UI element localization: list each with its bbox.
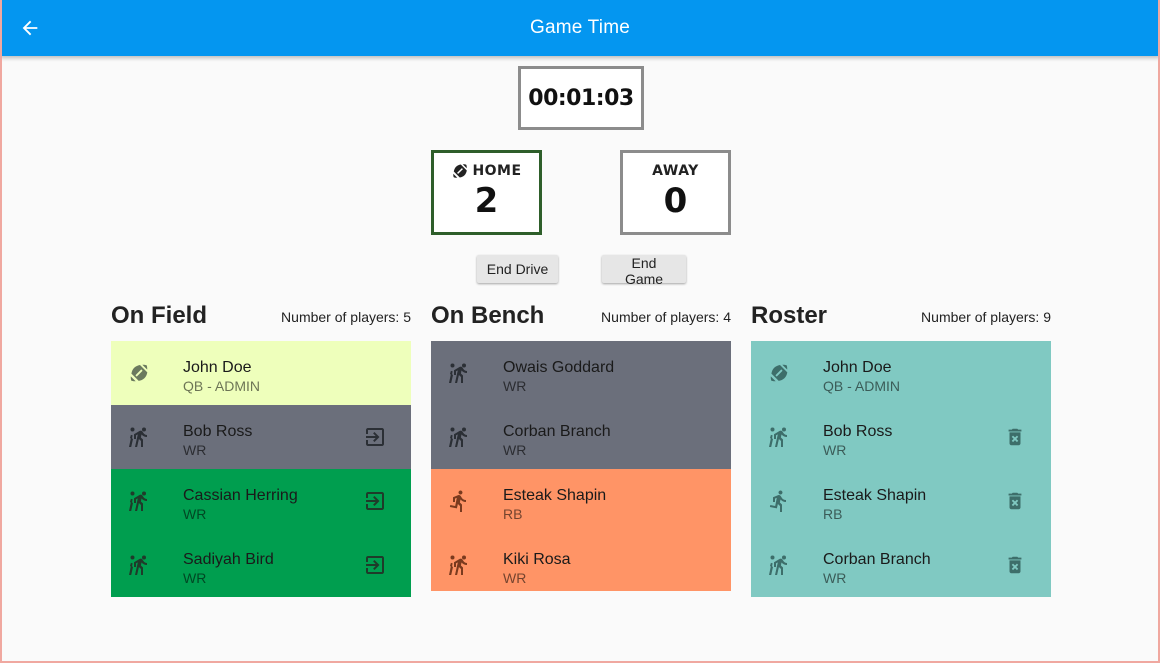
- home-score-card: HOME 2: [431, 150, 542, 235]
- list-item[interactable]: Corban Branch WR: [751, 533, 1051, 597]
- player-name: Kiki Rosa: [503, 551, 571, 568]
- list-item[interactable]: Owais Goddard WR: [431, 341, 731, 405]
- player-name: John Doe: [183, 359, 252, 376]
- sports-kabaddi-icon: [127, 425, 151, 449]
- player-role: WR: [823, 442, 847, 458]
- player-role: RB: [823, 506, 843, 522]
- list-item[interactable]: Corban Branch WR: [431, 405, 731, 469]
- list-item[interactable]: Cassian Herring WR: [111, 469, 411, 533]
- player-role: QB - ADMIN: [183, 378, 261, 394]
- on-field-title: On Field: [111, 302, 207, 329]
- player-name: Sadiyah Bird: [183, 551, 274, 568]
- player-role: WR: [823, 570, 847, 586]
- player-role: QB - ADMIN: [823, 378, 901, 394]
- exit-to-app-icon[interactable]: [363, 553, 387, 577]
- game-timer: 00:01:03: [518, 66, 644, 130]
- exit-to-app-icon[interactable]: [363, 425, 387, 449]
- football-icon: [127, 361, 151, 385]
- list-item[interactable]: Bob Ross WR: [751, 405, 1051, 469]
- end-game-button[interactable]: End Game: [602, 255, 686, 287]
- sports-kabaddi-icon: [447, 361, 471, 385]
- app-bar: Game Time: [0, 0, 1160, 56]
- roster-list: John Doe QB - ADMIN Bob Ross WR Esteak S…: [751, 341, 1051, 597]
- list-item[interactable]: John Doe QB - ADMIN: [751, 341, 1051, 405]
- player-name: Esteak Shapin: [503, 487, 607, 504]
- on-bench-title: On Bench: [431, 302, 545, 329]
- on-field-panel: On Field Number of players: 5 John Doe Q…: [111, 300, 411, 597]
- player-role: RB: [503, 506, 523, 522]
- away-score-card: AWAY 0: [620, 150, 731, 235]
- football-icon: [767, 361, 791, 385]
- on-bench-panel: On Bench Number of players: 4 Owais Godd…: [431, 300, 731, 591]
- player-name: John Doe: [823, 359, 892, 376]
- player-name: Esteak Shapin: [823, 487, 927, 504]
- on-bench-count: Number of players: 4: [601, 309, 731, 325]
- home-team-label: HOME: [472, 163, 522, 179]
- player-name: Bob Ross: [823, 423, 893, 440]
- roster-title: Roster: [751, 302, 828, 329]
- sports-kabaddi-icon: [447, 553, 471, 577]
- list-item[interactable]: Kiki Rosa WR: [431, 533, 731, 591]
- player-role: WR: [183, 506, 207, 522]
- running-icon: [447, 489, 471, 513]
- list-item[interactable]: Esteak Shapin RB: [751, 469, 1051, 533]
- sports-kabaddi-icon: [127, 553, 151, 577]
- running-icon: [767, 489, 791, 513]
- roster-panel: Roster Number of players: 9 John Doe QB …: [751, 300, 1051, 597]
- list-item[interactable]: Esteak Shapin RB: [431, 469, 731, 533]
- list-item[interactable]: Sadiyah Bird WR: [111, 533, 411, 597]
- delete-forever-icon[interactable]: [1003, 425, 1027, 449]
- player-role: WR: [183, 442, 207, 458]
- list-item[interactable]: Bob Ross WR: [111, 405, 411, 469]
- player-name: Owais Goddard: [503, 359, 615, 376]
- sports-kabaddi-icon: [447, 425, 471, 449]
- delete-forever-icon[interactable]: [1003, 489, 1027, 513]
- end-drive-button[interactable]: End Drive: [477, 255, 558, 283]
- on-field-count: Number of players: 5: [281, 309, 411, 325]
- sports-kabaddi-icon: [767, 553, 791, 577]
- football-icon: [451, 162, 469, 180]
- sports-kabaddi-icon: [767, 425, 791, 449]
- page-title: Game Time: [530, 17, 630, 38]
- player-name: Corban Branch: [823, 551, 931, 568]
- player-role: WR: [503, 442, 527, 458]
- away-team-label: AWAY: [652, 163, 699, 179]
- exit-to-app-icon[interactable]: [363, 489, 387, 513]
- delete-forever-icon[interactable]: [1003, 553, 1027, 577]
- away-score: 0: [663, 181, 688, 221]
- home-score: 2: [474, 181, 499, 221]
- player-name: Bob Ross: [183, 423, 253, 440]
- player-name: Cassian Herring: [183, 487, 298, 504]
- roster-count: Number of players: 9: [921, 309, 1051, 325]
- player-role: WR: [503, 378, 527, 394]
- player-name: Corban Branch: [503, 423, 611, 440]
- player-role: WR: [503, 570, 527, 586]
- list-item[interactable]: John Doe QB - ADMIN: [111, 341, 411, 405]
- on-bench-list: Owais Goddard WR Corban Branch WR Esteak…: [431, 341, 731, 591]
- player-role: WR: [183, 570, 207, 586]
- on-field-list: John Doe QB - ADMIN Bob Ross WR Cassian …: [111, 341, 411, 597]
- sports-kabaddi-icon: [127, 489, 151, 513]
